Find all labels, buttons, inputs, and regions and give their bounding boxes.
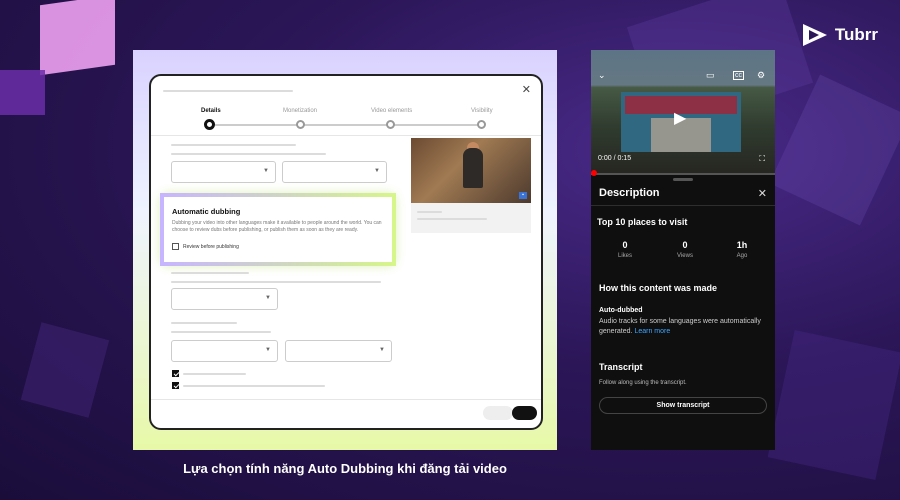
decor-shape [0,70,45,115]
caption-badge-icon: ▪ [519,192,527,199]
progress-handle[interactable] [591,170,597,176]
chevron-down-icon: ▼ [263,168,269,174]
playback-time: 0:00 / 0:15 [598,155,632,162]
next-button[interactable] [512,406,537,420]
option-checkbox[interactable] [172,370,179,377]
chevron-down-icon: ▼ [265,347,271,353]
play-icon[interactable]: ▶ [674,108,686,128]
stat-label: Likes [617,253,632,259]
auto-dubbed-description: Audio tracks for some languages were aut… [599,318,761,335]
stat-views: 0 Views [665,240,705,259]
video-info-box [411,203,531,233]
transcript-text: Follow along using the transcript. [599,380,687,386]
field-label-placeholder [171,144,296,146]
captions-icon[interactable]: cc [733,71,744,80]
dropdown-select[interactable]: ▼ [282,161,387,183]
step-label-visibility[interactable]: Visibility [471,108,493,114]
brand-logo: Tubrr [801,22,878,48]
thumbnail-person [463,148,483,188]
dropdown-select[interactable]: ▼ [171,161,276,183]
video-player[interactable]: ⌄ ▭ cc ⚙ ▶ 0:00 / 0:15 ⛶ [591,50,775,176]
close-icon[interactable]: ✕ [758,187,767,200]
close-icon[interactable]: ✕ [522,83,531,96]
image-caption: Lựa chọn tính năng Auto Dubbing khi đăng… [183,461,507,476]
brand-name: Tubrr [834,25,878,44]
dropdown-select[interactable]: ▼ [285,340,392,362]
step-label-video-elements[interactable]: Video elements [371,108,412,114]
chevron-down-icon: ▼ [265,295,271,301]
stat-value: 0 [682,240,688,250]
stat-ago: 1h Ago [722,240,762,259]
option-label-placeholder [183,385,325,387]
video-title: Top 10 places to visit [597,217,688,227]
option-label-placeholder [183,373,246,375]
automatic-dubbing-description: Dubbing your video into other languages … [172,220,382,233]
step-label-details[interactable]: Details [201,108,221,114]
divider [151,135,541,136]
info-placeholder [417,211,442,213]
automatic-dubbing-card: Automatic dubbing Dubbing your video int… [160,193,396,266]
dropdown-select[interactable]: ▼ [171,340,278,362]
divider [151,399,541,400]
stat-value: 0 [622,240,628,250]
progress-bar[interactable] [591,173,775,175]
back-button[interactable] [483,406,513,420]
step-dot-monetization[interactable] [296,120,305,129]
option-checkbox[interactable] [172,382,179,389]
steps-track [209,124,481,126]
transcript-title: Transcript [599,362,643,372]
step-dot-details[interactable] [204,119,215,130]
field-label-placeholder [171,331,271,333]
decor-shape [20,322,110,418]
tubrr-logo-icon [802,24,827,46]
stat-likes: 0 Likes [605,240,645,259]
show-transcript-button[interactable]: Show transcript [599,397,767,414]
stat-label: Ago [736,253,748,259]
fullscreen-icon[interactable]: ⛶ [759,154,765,164]
review-before-publishing-checkbox[interactable] [172,243,179,250]
stat-label: Views [677,253,693,259]
field-label-placeholder [171,322,237,324]
info-placeholder [417,218,487,220]
drag-handle[interactable] [673,178,693,181]
step-label-monetization[interactable]: Monetization [283,108,317,114]
gear-icon[interactable]: ⚙ [757,70,765,81]
divider [591,205,775,206]
auto-dubbed-text: Audio tracks for some languages were aut… [599,317,767,337]
stat-value: 1h [736,240,748,250]
step-dot-video-elements[interactable] [386,120,395,129]
learn-more-link[interactable]: Learn more [634,328,670,335]
cast-icon[interactable]: ▭ [706,70,715,81]
dialog-title-placeholder [163,90,293,92]
upload-steps: Details Monetization Video elements Visi… [151,106,541,136]
field-label-placeholder [171,153,326,155]
decor-shape [769,74,900,226]
upload-dialog-panel: ✕ Details Monetization Video elements Vi… [133,50,557,450]
decor-shape [767,329,900,481]
chevron-down-icon: ▼ [374,168,380,174]
decor-shape [40,0,115,76]
step-dot-visibility[interactable] [477,120,486,129]
upload-dialog: ✕ Details Monetization Video elements Vi… [149,74,543,430]
how-made-title: How this content was made [599,283,718,293]
auto-dubbed-title: Auto-dubbed [599,307,643,314]
mobile-screen: ⌄ ▭ cc ⚙ ▶ 0:00 / 0:15 ⛶ Description ✕ T… [591,50,775,450]
chevron-down-icon[interactable]: ⌄ [598,70,606,81]
review-before-publishing-option[interactable]: Review before publishing [172,243,239,250]
chevron-down-icon: ▼ [379,347,385,353]
review-before-publishing-label: Review before publishing [183,243,239,250]
automatic-dubbing-title: Automatic dubbing [172,207,241,216]
field-label-placeholder [171,272,249,274]
description-title: Description [599,187,660,199]
video-thumbnail: ▪ [411,138,531,203]
field-label-placeholder [171,281,381,283]
dropdown-select[interactable]: ▼ [171,288,278,310]
